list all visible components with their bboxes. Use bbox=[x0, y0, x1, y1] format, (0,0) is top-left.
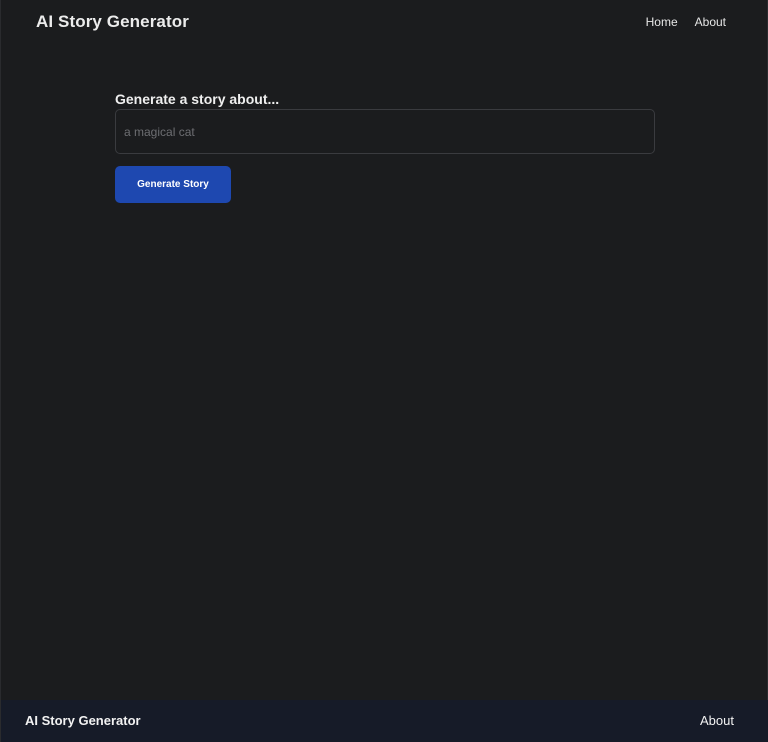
top-navbar: AI Story Generator Home About bbox=[1, 0, 768, 44]
footer: AI Story Generator About bbox=[1, 700, 768, 742]
footer-link-about[interactable]: About bbox=[700, 713, 734, 728]
nav-link-home[interactable]: Home bbox=[646, 15, 678, 29]
footer-brand: AI Story Generator bbox=[25, 713, 141, 728]
brand-title[interactable]: AI Story Generator bbox=[36, 12, 189, 32]
generate-story-button[interactable]: Generate Story bbox=[115, 166, 231, 203]
story-form: Generate a story about... Generate Story bbox=[115, 90, 655, 203]
prompt-label: Generate a story about... bbox=[115, 91, 280, 107]
nav-link-about[interactable]: About bbox=[695, 15, 726, 29]
app-page: AI Story Generator Home About Generate a… bbox=[0, 0, 768, 742]
main-nav: Home About bbox=[646, 15, 726, 29]
story-prompt-input[interactable] bbox=[115, 109, 655, 154]
